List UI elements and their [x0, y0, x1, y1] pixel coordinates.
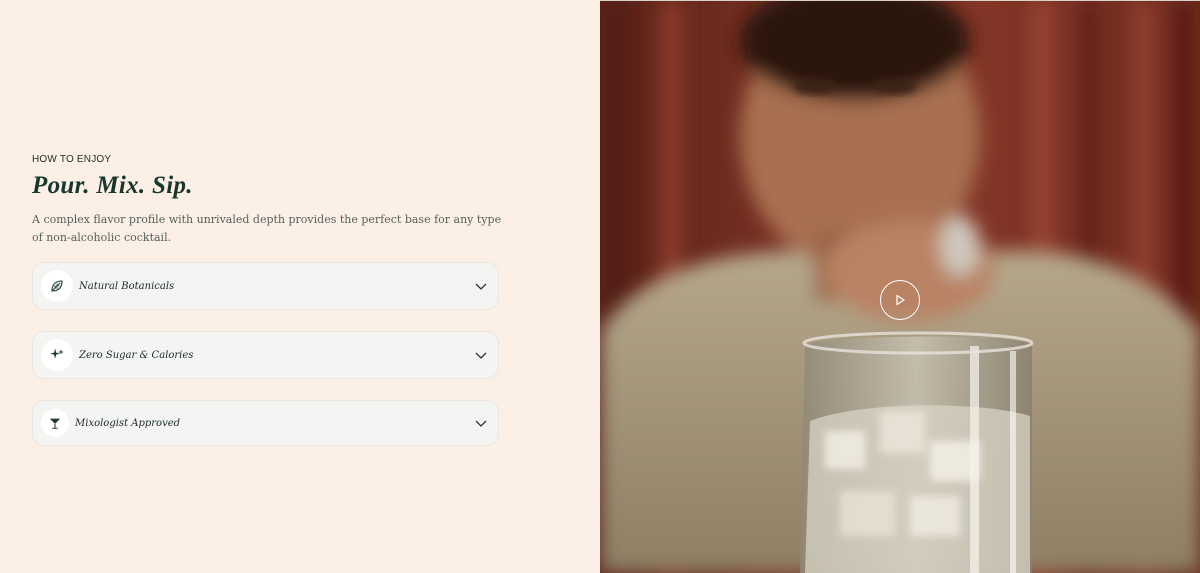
- accordion-item-label: Zero Sugar & Calories: [79, 349, 194, 361]
- play-button[interactable]: [880, 280, 920, 320]
- video-thumbnail[interactable]: [600, 1, 1200, 573]
- accordion-item-label: Natural Botanicals: [79, 280, 175, 292]
- accordion-item-zero-sugar[interactable]: Zero Sugar & Calories: [32, 331, 499, 379]
- chevron-down-icon[interactable]: [473, 415, 489, 431]
- sparkle-icon: [41, 339, 73, 371]
- accordion-item-mixologist-approved[interactable]: Mixologist Approved: [32, 400, 499, 446]
- how-to-enjoy-section: HOW TO ENJOY Pour. Mix. Sip. A complex f…: [0, 0, 600, 573]
- section-headline: Pour. Mix. Sip.: [32, 172, 193, 199]
- accordion-item-natural-botanicals[interactable]: Natural Botanicals: [32, 262, 499, 310]
- play-icon: [896, 294, 905, 306]
- section-eyebrow: HOW TO ENJOY: [32, 154, 112, 165]
- chevron-down-icon[interactable]: [473, 278, 489, 294]
- accordion-item-label: Mixologist Approved: [75, 417, 181, 429]
- cocktail-glass-icon: [41, 409, 69, 437]
- section-description: A complex flavor profile with unrivaled …: [32, 213, 502, 244]
- leaf-icon: [41, 270, 73, 302]
- chevron-down-icon[interactable]: [473, 347, 489, 363]
